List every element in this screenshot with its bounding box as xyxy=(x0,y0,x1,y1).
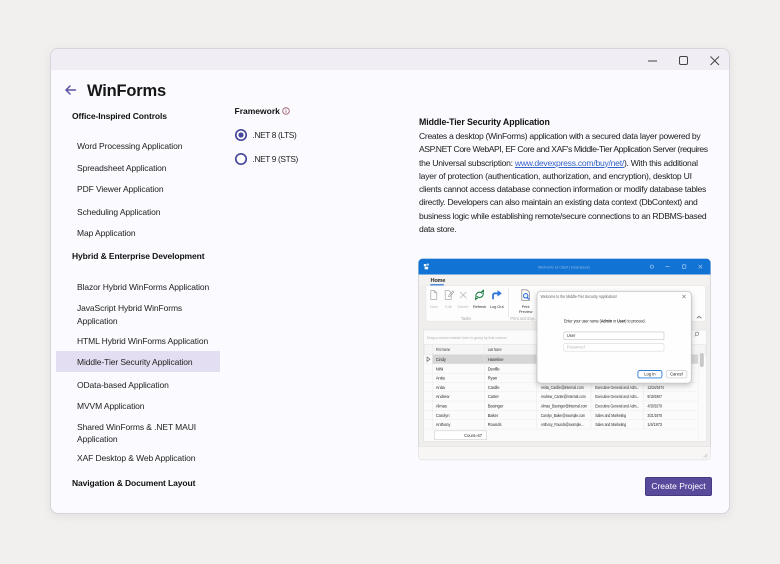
svg-text:Cindy: Cindy xyxy=(436,357,447,362)
svg-text:Executive General and Adm...: Executive General and Adm... xyxy=(595,394,639,399)
svg-text:Basinger: Basinger xyxy=(488,404,504,409)
svg-text:4/30/1978: 4/30/1978 xyxy=(647,404,662,409)
svg-text:Anita_Cardle@internal.com: Anita_Cardle@internal.com xyxy=(541,385,585,390)
svg-text:12/24/1974: 12/24/1974 xyxy=(647,385,664,390)
svg-text:WinForms UI Client | DevExpres: WinForms UI Client | DevExpress xyxy=(538,264,590,269)
svg-text:Almas_Basinger@internal.com: Almas_Basinger@internal.com xyxy=(541,404,588,409)
svg-text:User: User xyxy=(567,333,576,338)
svg-text:Count=67: Count=67 xyxy=(464,433,483,438)
svg-text:Ryan: Ryan xyxy=(488,376,498,381)
svg-text:Preview: Preview xyxy=(519,309,533,314)
svg-text:Sales and Marketing: Sales and Marketing xyxy=(595,413,627,418)
svg-text:Log Out: Log Out xyxy=(490,304,505,309)
svg-text:9/19/1967: 9/19/1967 xyxy=(647,394,662,399)
svg-text:Almas: Almas xyxy=(436,404,447,409)
svg-text:3/21/1978: 3/21/1978 xyxy=(647,413,662,418)
svg-text:Print and Exp...: Print and Exp... xyxy=(510,316,537,321)
svg-text:New: New xyxy=(430,304,438,309)
svg-text:1/4/1973: 1/4/1973 xyxy=(647,422,662,427)
svg-text:First Name: First Name xyxy=(436,347,451,352)
svg-text:Anthony: Anthony xyxy=(436,422,452,427)
svg-text:Sales and Marketing: Sales and Marketing xyxy=(595,422,627,427)
svg-text:Tasks: Tasks xyxy=(461,316,471,321)
svg-text:Andrew: Andrew xyxy=(436,394,450,399)
svg-text:Home: Home xyxy=(431,278,446,284)
svg-text:Rounds: Rounds xyxy=(488,422,502,427)
svg-text:Anthony_Rounds@example...: Anthony_Rounds@example... xyxy=(541,422,584,427)
svg-text:Deville: Deville xyxy=(488,366,501,371)
svg-text:Log In: Log In xyxy=(644,372,656,377)
svg-text:Anita: Anita xyxy=(436,376,446,381)
svg-text:Delete: Delete xyxy=(458,304,470,309)
svg-text:Executive General and Adm...: Executive General and Adm... xyxy=(595,385,639,390)
svg-text:Refresh: Refresh xyxy=(473,304,486,309)
svg-text:Carolyn: Carolyn xyxy=(436,413,451,418)
svg-text:Anita: Anita xyxy=(436,385,446,390)
svg-text:Welcome to the Middle-Tier Sec: Welcome to the Middle-Tier Security Appl… xyxy=(541,294,618,299)
svg-text:Enter your user name (Admin or: Enter your user name (Admin or User) to … xyxy=(564,319,646,324)
svg-text:Carter: Carter xyxy=(488,394,500,399)
svg-text:Cancel: Cancel xyxy=(670,372,683,377)
svg-text:Cardle: Cardle xyxy=(488,385,501,390)
svg-text:Edit: Edit xyxy=(445,304,452,309)
svg-text:Last Name: Last Name xyxy=(488,347,502,352)
svg-text:NiNi: NiNi xyxy=(436,366,444,371)
svg-text:Carolyn_Baker@example.com: Carolyn_Baker@example.com xyxy=(541,413,586,418)
svg-text:Baker: Baker xyxy=(488,413,499,418)
svg-text:Password: Password xyxy=(567,345,586,350)
svg-text:Andrew_Carter@internal.com: Andrew_Carter@internal.com xyxy=(541,394,587,399)
svg-text:Haneline: Haneline xyxy=(488,357,505,362)
svg-text:Drag a column header here to g: Drag a column header here to group by th… xyxy=(427,335,507,340)
svg-text:Executive General and Adm...: Executive General and Adm... xyxy=(595,404,639,409)
